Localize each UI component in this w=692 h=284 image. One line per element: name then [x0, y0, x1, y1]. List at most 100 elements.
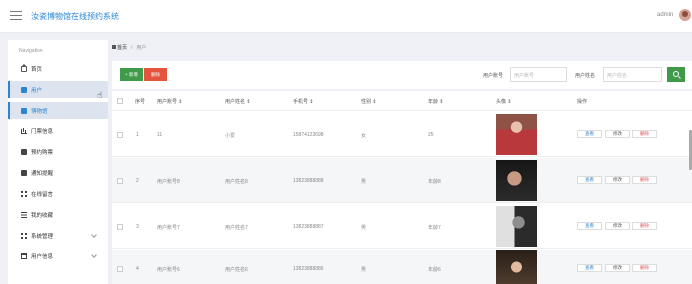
top-bar: 汝瓷博物馆在线预约系统 admin — [0, 0, 692, 33]
user-avatar[interactable] — [679, 9, 691, 21]
view-button[interactable]: 查看 — [577, 176, 602, 184]
hamburger-menu-icon[interactable] — [10, 11, 22, 21]
cell-phone: 13823888887 — [293, 224, 324, 230]
user-table: 序号 用户账号 ⇕ 用户姓名 ⇕ 手机号 ⇕ 性别 ⇕ 年龄 ⇕ 头像 ⇕ 操作… — [112, 91, 692, 284]
column-header[interactable]: 用户账号 ⇕ — [157, 98, 183, 105]
cell-phone: 13823888888 — [293, 178, 324, 184]
table-row: 1 11 小爱 15874123698 女 25 查看 修改 删除 — [112, 112, 692, 157]
sidebar-item-system[interactable]: 系统管理 — [8, 227, 108, 244]
sidebar-item-label: 预约购票 — [31, 149, 54, 156]
cell-index: 2 — [136, 178, 139, 184]
sidebar: Navigation 首页 用户 博物馆 门票信息 预约购票 通知提醒 在线留言… — [8, 40, 108, 284]
cell-gender: 男 — [361, 225, 367, 231]
cell-account: 用户账号6 — [157, 267, 180, 273]
delete-button[interactable]: 删除 — [144, 68, 167, 81]
cell-account: 用户账号8 — [157, 179, 180, 185]
breadcrumb-separator: / — [131, 44, 133, 51]
nav-heading: Navigation — [19, 48, 43, 54]
breadcrumb-current: 用户 — [136, 45, 147, 51]
avatar — [496, 206, 537, 247]
column-header[interactable]: 头像 ⇕ — [496, 98, 512, 105]
sidebar-item-museum[interactable]: 博物馆 — [8, 102, 108, 119]
edit-button[interactable]: 修改 — [605, 176, 630, 184]
row-checkbox[interactable] — [117, 224, 123, 230]
cell-account: 用户账号7 — [157, 225, 180, 231]
sidebar-item-label: 我的收藏 — [31, 212, 54, 219]
toolbar: + 新增 删除 用户账号 用户账号 用户姓名 用户姓名 — [112, 61, 692, 89]
row-delete-button[interactable]: 删除 — [632, 176, 657, 184]
breadcrumb-home[interactable]: 首页 — [112, 44, 127, 51]
cell-name: 用户姓名8 — [225, 179, 248, 185]
cell-phone: 15874123698 — [293, 132, 324, 138]
sidebar-item-label: 在线留言 — [31, 191, 54, 198]
cell-gender: 男 — [361, 267, 367, 273]
app-title: 汝瓷博物馆在线预约系统 — [31, 12, 119, 21]
account-filter-label: 用户账号 — [483, 73, 504, 79]
sidebar-item-user[interactable]: 用户 — [8, 81, 108, 98]
table-row: 3 用户账号7 用户姓名7 13823888887 男 年龄7 查看 修改 删除 — [112, 204, 692, 249]
sidebar-item-label: 门票信息 — [31, 128, 54, 135]
row-delete-button[interactable]: 删除 — [632, 130, 657, 138]
cell-age: 年龄6 — [428, 267, 441, 273]
grid-icon — [21, 232, 27, 239]
cell-index: 3 — [136, 224, 139, 230]
chevron-down-icon — [91, 232, 97, 238]
cell-phone: 13823888886 — [293, 266, 324, 272]
view-button[interactable]: 查看 — [577, 130, 602, 138]
column-header: 序号 — [135, 99, 146, 105]
cell-gender: 男 — [361, 179, 367, 185]
cell-age: 25 — [428, 132, 434, 138]
column-header[interactable]: 手机号 ⇕ — [293, 98, 314, 105]
cell-gender: 女 — [361, 133, 367, 139]
row-delete-button[interactable]: 删除 — [632, 222, 657, 230]
row-checkbox[interactable] — [117, 132, 123, 138]
view-button[interactable]: 查看 — [577, 264, 602, 272]
column-header[interactable]: 年龄 ⇕ — [428, 98, 444, 105]
sidebar-item-label: 用户信息 — [31, 253, 54, 260]
sidebar-item-booking[interactable]: 预约购票 — [8, 143, 108, 160]
edit-button[interactable]: 修改 — [605, 130, 630, 138]
chevron-down-icon — [91, 252, 97, 258]
grid-icon — [21, 190, 27, 197]
sidebar-item-home[interactable]: 首页 — [8, 60, 108, 77]
avatar — [496, 250, 537, 284]
avatar — [496, 160, 537, 201]
sidebar-item-favorites[interactable]: 我的收藏 — [8, 206, 108, 223]
column-header[interactable]: 用户姓名 ⇕ — [225, 98, 251, 105]
cell-account: 11 — [157, 132, 163, 138]
account-filter-input[interactable]: 用户账号 — [510, 67, 567, 82]
row-checkbox[interactable] — [117, 178, 123, 184]
user-name[interactable]: admin — [657, 12, 673, 18]
sidebar-item-notify[interactable]: 通知提醒 — [8, 164, 108, 181]
cell-name: 小爱 — [225, 133, 236, 139]
home-icon — [112, 45, 116, 49]
breadcrumb: 首页 / 用户 — [112, 44, 146, 51]
table-header: 序号 用户账号 ⇕ 用户姓名 ⇕ 手机号 ⇕ 性别 ⇕ 年龄 ⇕ 头像 ⇕ 操作 — [112, 91, 692, 111]
row-delete-button[interactable]: 删除 — [632, 264, 657, 272]
user-icon — [21, 86, 27, 93]
cell-name: 用户姓名6 — [225, 267, 248, 273]
avatar — [496, 114, 537, 155]
select-all-checkbox[interactable] — [117, 98, 123, 104]
sidebar-item-label: 系统管理 — [31, 233, 54, 240]
sidebar-item-tickets[interactable]: 门票信息 — [8, 122, 108, 139]
edit-button[interactable]: 修改 — [605, 264, 630, 272]
list-icon — [21, 211, 27, 218]
sidebar-item-userinfo[interactable]: 用户信息 — [8, 247, 108, 264]
calendar-icon — [21, 252, 27, 259]
cell-index: 4 — [136, 266, 139, 272]
sidebar-item-label: 用户 — [31, 87, 43, 94]
sidebar-item-messages[interactable]: 在线留言 — [8, 185, 108, 202]
name-filter-input[interactable]: 用户姓名 — [603, 67, 662, 82]
ticket-icon — [21, 148, 27, 155]
column-header: 操作 — [577, 99, 588, 105]
add-button[interactable]: + 新增 — [120, 68, 143, 81]
row-checkbox[interactable] — [117, 266, 123, 272]
home-icon — [21, 63, 27, 72]
column-header[interactable]: 性别 ⇕ — [361, 98, 377, 105]
edit-button[interactable]: 修改 — [605, 222, 630, 230]
name-filter-label: 用户姓名 — [575, 73, 596, 79]
search-button[interactable] — [667, 67, 685, 82]
view-button[interactable]: 查看 — [577, 222, 602, 230]
cell-name: 用户姓名7 — [225, 225, 248, 231]
